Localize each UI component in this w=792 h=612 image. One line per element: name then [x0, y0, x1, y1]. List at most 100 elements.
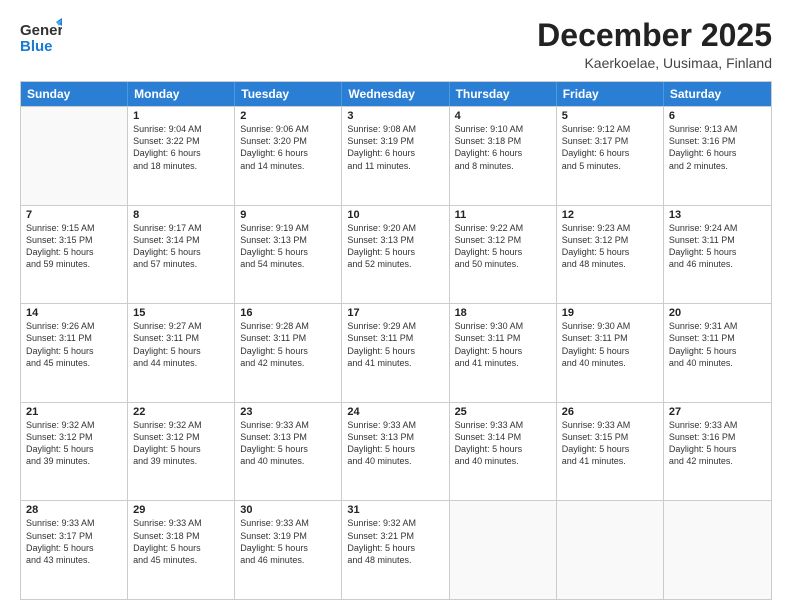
day-number-8: 8 — [133, 209, 229, 221]
day-number-4: 4 — [455, 110, 551, 122]
day-13: 13Sunrise: 9:24 AMSunset: 3:11 PMDayligh… — [664, 206, 771, 304]
day-7: 7Sunrise: 9:15 AMSunset: 3:15 PMDaylight… — [21, 206, 128, 304]
day-31: 31Sunrise: 9:32 AMSunset: 3:21 PMDayligh… — [342, 501, 449, 599]
day-info-6: Sunrise: 9:13 AMSunset: 3:16 PMDaylight:… — [669, 123, 766, 172]
day-number-10: 10 — [347, 209, 443, 221]
day-info-30: Sunrise: 9:33 AMSunset: 3:19 PMDaylight:… — [240, 517, 336, 566]
week-row-5: 28Sunrise: 9:33 AMSunset: 3:17 PMDayligh… — [21, 500, 771, 599]
day-number-12: 12 — [562, 209, 658, 221]
day-number-9: 9 — [240, 209, 336, 221]
month-title: December 2025 — [537, 18, 772, 53]
day-14: 14Sunrise: 9:26 AMSunset: 3:11 PMDayligh… — [21, 304, 128, 402]
day-9: 9Sunrise: 9:19 AMSunset: 3:13 PMDaylight… — [235, 206, 342, 304]
day-5: 5Sunrise: 9:12 AMSunset: 3:17 PMDaylight… — [557, 107, 664, 205]
empty-cell-4-5 — [557, 501, 664, 599]
day-number-31: 31 — [347, 504, 443, 516]
day-number-6: 6 — [669, 110, 766, 122]
day-info-14: Sunrise: 9:26 AMSunset: 3:11 PMDaylight:… — [26, 320, 122, 369]
weekday-saturday: Saturday — [664, 82, 771, 106]
day-number-26: 26 — [562, 406, 658, 418]
day-25: 25Sunrise: 9:33 AMSunset: 3:14 PMDayligh… — [450, 403, 557, 501]
day-info-16: Sunrise: 9:28 AMSunset: 3:11 PMDaylight:… — [240, 320, 336, 369]
week-row-4: 21 Sunrise: 9:32 AMSunset: 3:12 PMDayligh… — [21, 402, 771, 501]
day-19: 19Sunrise: 9:30 AMSunset: 3:11 PMDayligh… — [557, 304, 664, 402]
day-18: 18Sunrise: 9:30 AMSunset: 3:11 PMDayligh… — [450, 304, 557, 402]
day-number-24: 24 — [347, 406, 443, 418]
calendar: SundayMondayTuesdayWednesdayThursdayFrid… — [20, 81, 772, 600]
week-row-3: 14Sunrise: 9:26 AMSunset: 3:11 PMDayligh… — [21, 303, 771, 402]
day-29: 29Sunrise: 9:33 AMSunset: 3:18 PMDayligh… — [128, 501, 235, 599]
day-1: 1Sunrise: 9:04 AMSunset: 3:22 PMDaylight… — [128, 107, 235, 205]
empty-cell-0-0 — [21, 107, 128, 205]
header: General Blue December 2025 Kaerkoelae, U… — [20, 18, 772, 71]
day-info-11: Sunrise: 9:22 AMSunset: 3:12 PMDaylight:… — [455, 222, 551, 271]
week-row-1: 1Sunrise: 9:04 AMSunset: 3:22 PMDaylight… — [21, 106, 771, 205]
day-number-11: 11 — [455, 209, 551, 221]
day-number-14: 14 — [26, 307, 122, 319]
weekday-monday: Monday — [128, 82, 235, 106]
logo-svg: General Blue — [20, 18, 62, 56]
day-info-28: Sunrise: 9:33 AMSunset: 3:17 PMDaylight:… — [26, 517, 122, 566]
weekday-sunday: Sunday — [21, 82, 128, 106]
day-26: 26Sunrise: 9:33 AMSunset: 3:15 PMDayligh… — [557, 403, 664, 501]
day-number-1: 1 — [133, 110, 229, 122]
day-3: 3Sunrise: 9:08 AMSunset: 3:19 PMDaylight… — [342, 107, 449, 205]
day-info-2: Sunrise: 9:06 AMSunset: 3:20 PMDaylight:… — [240, 123, 336, 172]
empty-cell-4-6 — [664, 501, 771, 599]
logo-general-text: General — [20, 22, 62, 39]
day-number-18: 18 — [455, 307, 551, 319]
day-info-24: Sunrise: 9:33 AMSunset: 3:13 PMDaylight:… — [347, 419, 443, 468]
day-27: 27Sunrise: 9:33 AMSunset: 3:16 PMDayligh… — [664, 403, 771, 501]
day-number-25: 25 — [455, 406, 551, 418]
day-number-17: 17 — [347, 307, 443, 319]
day-16: 16Sunrise: 9:28 AMSunset: 3:11 PMDayligh… — [235, 304, 342, 402]
day-number-22: 22 — [133, 406, 229, 418]
day-number-27: 27 — [669, 406, 766, 418]
day-info-10: Sunrise: 9:20 AMSunset: 3:13 PMDaylight:… — [347, 222, 443, 271]
day-28: 28Sunrise: 9:33 AMSunset: 3:17 PMDayligh… — [21, 501, 128, 599]
day-30: 30Sunrise: 9:33 AMSunset: 3:19 PMDayligh… — [235, 501, 342, 599]
day-info-1: Sunrise: 9:04 AMSunset: 3:22 PMDaylight:… — [133, 123, 229, 172]
location-title: Kaerkoelae, Uusimaa, Finland — [537, 55, 772, 71]
logo-blue-text: Blue — [20, 38, 53, 55]
day-15: 15Sunrise: 9:27 AMSunset: 3:11 PMDayligh… — [128, 304, 235, 402]
day-21: 21Sunrise: 9:32 AMSunset: 3:12 PMDayligh… — [21, 403, 128, 501]
day-number-21: 21 — [26, 406, 122, 418]
day-number-28: 28 — [26, 504, 122, 516]
day-info-17: Sunrise: 9:29 AMSunset: 3:11 PMDaylight:… — [347, 320, 443, 369]
day-22: 22Sunrise: 9:32 AMSunset: 3:12 PMDayligh… — [128, 403, 235, 501]
day-11: 11Sunrise: 9:22 AMSunset: 3:12 PMDayligh… — [450, 206, 557, 304]
weekday-wednesday: Wednesday — [342, 82, 449, 106]
day-number-16: 16 — [240, 307, 336, 319]
day-info-8: Sunrise: 9:17 AMSunset: 3:14 PMDaylight:… — [133, 222, 229, 271]
day-10: 10Sunrise: 9:20 AMSunset: 3:13 PMDayligh… — [342, 206, 449, 304]
day-info-12: Sunrise: 9:23 AMSunset: 3:12 PMDaylight:… — [562, 222, 658, 271]
day-number-23: 23 — [240, 406, 336, 418]
calendar-body: 1Sunrise: 9:04 AMSunset: 3:22 PMDaylight… — [21, 106, 771, 599]
day-info-22: Sunrise: 9:32 AMSunset: 3:12 PMDaylight:… — [133, 419, 229, 468]
day-info-18: Sunrise: 9:30 AMSunset: 3:11 PMDaylight:… — [455, 320, 551, 369]
logo: General Blue — [20, 18, 66, 61]
day-info-3: Sunrise: 9:08 AMSunset: 3:19 PMDaylight:… — [347, 123, 443, 172]
day-number-2: 2 — [240, 110, 336, 122]
day-20: 20Sunrise: 9:31 AMSunset: 3:11 PMDayligh… — [664, 304, 771, 402]
day-6: 6Sunrise: 9:13 AMSunset: 3:16 PMDaylight… — [664, 107, 771, 205]
day-info-19: Sunrise: 9:30 AMSunset: 3:11 PMDaylight:… — [562, 320, 658, 369]
calendar-header: SundayMondayTuesdayWednesdayThursdayFrid… — [21, 82, 771, 106]
day-info-15: Sunrise: 9:27 AMSunset: 3:11 PMDaylight:… — [133, 320, 229, 369]
day-23: 23Sunrise: 9:33 AMSunset: 3:13 PMDayligh… — [235, 403, 342, 501]
day-number-15: 15 — [133, 307, 229, 319]
weekday-tuesday: Tuesday — [235, 82, 342, 106]
day-12: 12Sunrise: 9:23 AMSunset: 3:12 PMDayligh… — [557, 206, 664, 304]
day-info-4: Sunrise: 9:10 AMSunset: 3:18 PMDaylight:… — [455, 123, 551, 172]
day-number-20: 20 — [669, 307, 766, 319]
day-info-25: Sunrise: 9:33 AMSunset: 3:14 PMDaylight:… — [455, 419, 551, 468]
day-number-3: 3 — [347, 110, 443, 122]
day-number-29: 29 — [133, 504, 229, 516]
weekday-friday: Friday — [557, 82, 664, 106]
day-info-26: Sunrise: 9:33 AMSunset: 3:15 PMDaylight:… — [562, 419, 658, 468]
day-info-13: Sunrise: 9:24 AMSunset: 3:11 PMDaylight:… — [669, 222, 766, 271]
day-number-7: 7 — [26, 209, 122, 221]
day-number-5: 5 — [562, 110, 658, 122]
weekday-thursday: Thursday — [450, 82, 557, 106]
